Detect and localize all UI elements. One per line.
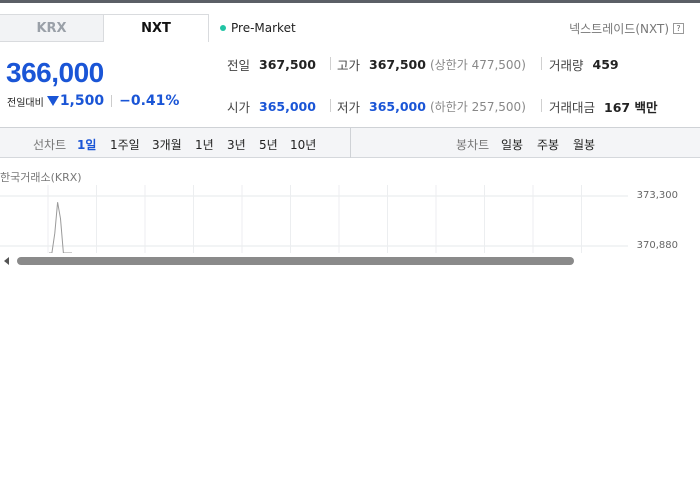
divider bbox=[111, 95, 113, 107]
change-label: 전일대비 bbox=[7, 97, 44, 109]
stat-label: 고가 bbox=[337, 58, 361, 73]
chart-scrollbar[interactable] bbox=[0, 253, 700, 269]
stat-label: 시가 bbox=[227, 100, 251, 115]
period-weekly-candle-button[interactable]: 주봉 bbox=[537, 136, 559, 153]
stat-lower-limit: (하한가 257,500) bbox=[429, 100, 526, 114]
divider bbox=[350, 128, 351, 158]
stat-label: 거래량 bbox=[549, 58, 584, 73]
change-amount: 1,500 bbox=[59, 93, 105, 109]
chart-toolbar: 선차트 1일 1주일 3개월 1년 3년 5년 10년 봉차트 일봉 주봉 월봉 bbox=[0, 128, 700, 158]
period-1w-button[interactable]: 1주일 bbox=[110, 136, 140, 153]
stat-value: 459 bbox=[592, 57, 619, 72]
y-tick-label: 370,880 bbox=[636, 240, 678, 251]
period-3y-button[interactable]: 3년 bbox=[227, 136, 246, 153]
stat-upper-limit: (상한가 477,500) bbox=[429, 58, 526, 72]
stat-value: 367,500 bbox=[369, 57, 426, 72]
stat-label: 저가 bbox=[337, 100, 361, 115]
period-1y-button[interactable]: 1년 bbox=[195, 136, 214, 153]
current-price: 366,000 bbox=[6, 57, 104, 88]
stat-trade-amount: 거래대금 167 백만 bbox=[549, 97, 657, 116]
stat-label: 전일 bbox=[227, 58, 251, 73]
price-change: 전일대비 1,500 −0.41% bbox=[7, 93, 179, 109]
y-tick-label: 373,300 bbox=[636, 190, 678, 201]
stat-prev-close: 전일 367,500 bbox=[227, 55, 316, 74]
down-arrow-icon bbox=[46, 96, 59, 106]
candle-chart-label: 봉차트 bbox=[456, 138, 490, 152]
tab-nxt[interactable]: NXT bbox=[104, 14, 209, 42]
divider bbox=[330, 57, 331, 70]
stat-open: 시가 365,000 bbox=[227, 97, 316, 116]
period-10y-button[interactable]: 10년 bbox=[290, 136, 316, 153]
line-chart-label: 선차트 bbox=[33, 138, 67, 152]
stat-low: 저가 365,000 (하한가 257,500) bbox=[337, 97, 526, 116]
stat-value: 167 백만 bbox=[604, 100, 658, 115]
price-chart: 373,300 370,880 bbox=[0, 185, 700, 254]
scrollbar-thumb[interactable] bbox=[17, 257, 574, 265]
tab-krx[interactable]: KRX bbox=[0, 14, 104, 42]
session-label: Pre-Market bbox=[231, 21, 296, 35]
period-monthly-candle-button[interactable]: 월봉 bbox=[573, 136, 595, 153]
period-3m-button[interactable]: 3개월 bbox=[152, 136, 182, 153]
session-status: Pre-Market bbox=[220, 21, 296, 35]
status-dot-icon bbox=[220, 25, 226, 31]
nxt-link-label: 넥스트레이드(NXT) bbox=[569, 22, 669, 36]
help-icon[interactable]: ? bbox=[673, 23, 684, 34]
scroll-left-arrow-icon[interactable] bbox=[4, 257, 9, 265]
stat-volume: 거래량 459 bbox=[549, 55, 619, 74]
stat-value: 365,000 bbox=[369, 99, 426, 114]
stat-value: 367,500 bbox=[259, 57, 316, 72]
price-line bbox=[49, 202, 72, 254]
period-daily-candle-button[interactable]: 일봉 bbox=[501, 136, 523, 153]
divider bbox=[330, 99, 331, 112]
period-5y-button[interactable]: 5년 bbox=[259, 136, 278, 153]
divider bbox=[541, 57, 542, 70]
stat-value: 365,000 bbox=[259, 99, 316, 114]
period-1d-button[interactable]: 1일 bbox=[77, 136, 96, 153]
top-border bbox=[0, 0, 700, 3]
divider bbox=[541, 99, 542, 112]
chart-market-label: 한국거래소(KRX) bbox=[0, 171, 82, 184]
market-tabs: KRX NXT bbox=[0, 14, 209, 42]
stat-label: 거래대금 bbox=[549, 100, 596, 115]
nxt-info-link[interactable]: 넥스트레이드(NXT) ? bbox=[569, 20, 684, 37]
price-chart-svg bbox=[0, 185, 628, 254]
stat-high: 고가 367,500 (상한가 477,500) bbox=[337, 55, 526, 74]
change-percent: −0.41% bbox=[119, 93, 180, 109]
